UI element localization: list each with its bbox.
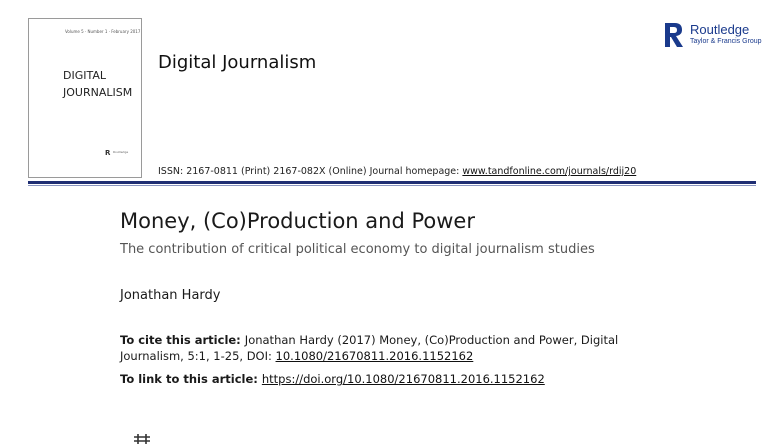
journal-cover: Volume 5 · Number 1 · February 2017 DIGI… xyxy=(28,18,142,178)
publisher-subtitle: Taylor & Francis Group xyxy=(690,38,762,45)
crossmark-icon[interactable] xyxy=(132,432,152,444)
article-subtitle: The contribution of critical political e… xyxy=(120,242,595,257)
citation-block: To cite this article: Jonathan Hardy (20… xyxy=(120,332,640,364)
cover-title-line1: DIGITAL xyxy=(63,69,107,82)
article-author[interactable]: Jonathan Hardy xyxy=(120,288,220,303)
link-label: To link to this article: xyxy=(120,372,262,386)
journal-homepage-link[interactable]: www.tandfonline.com/journals/rdij20 xyxy=(462,166,636,177)
journal-name: Digital Journalism xyxy=(158,52,317,73)
cover-logo-text: Routledge xyxy=(113,150,129,154)
header-rule-thin xyxy=(28,185,756,186)
publisher-name: Routledge xyxy=(690,22,750,37)
cover-title-line2: JOURNALISM xyxy=(63,86,133,99)
cover-title: DIGITAL JOURNALISM xyxy=(63,67,132,101)
header-rule xyxy=(28,181,756,184)
cover-volume-line: Volume 5 · Number 1 · February 2017 xyxy=(65,29,141,34)
citation-label: To cite this article: xyxy=(120,333,245,347)
publisher-logo[interactable]: Routledge Taylor & Francis Group xyxy=(662,20,762,50)
issn-text: ISSN: 2167-0811 (Print) 2167-082X (Onlin… xyxy=(158,166,463,177)
cover-logo-icon: R xyxy=(105,149,111,157)
article-title: Money, (Co)Production and Power xyxy=(120,209,475,233)
doi-link[interactable]: 10.1080/21670811.2016.1152162 xyxy=(276,349,474,363)
article-url-link[interactable]: https://doi.org/10.1080/21670811.2016.11… xyxy=(262,372,545,386)
link-to-article: To link to this article: https://doi.org… xyxy=(120,372,545,386)
routledge-logo-icon xyxy=(662,21,686,49)
issn-line: ISSN: 2167-0811 (Print) 2167-082X (Onlin… xyxy=(158,166,636,177)
